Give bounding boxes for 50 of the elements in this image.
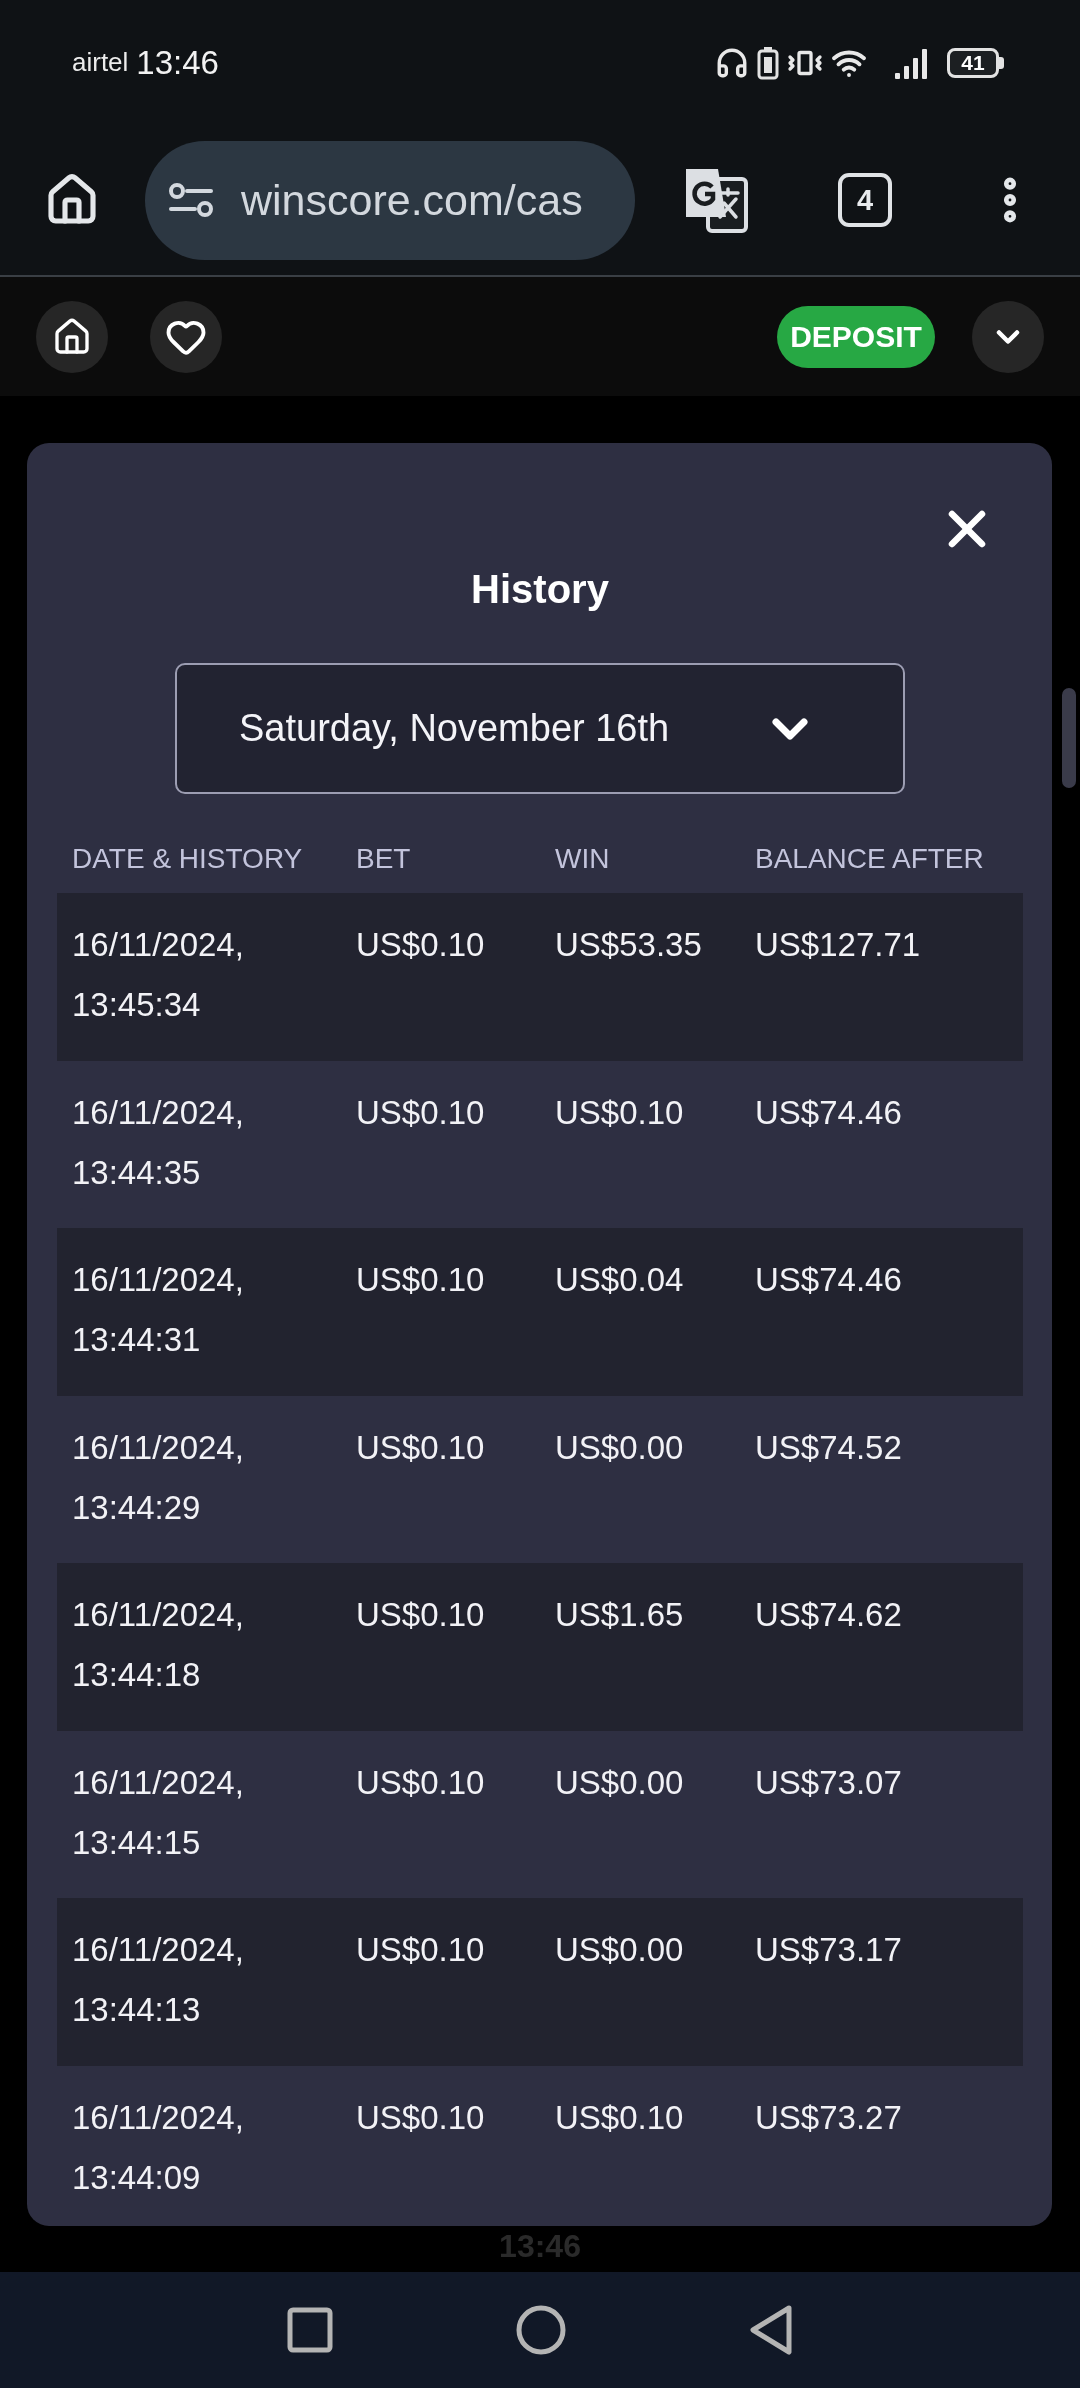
table-cell-text: US$74.62 xyxy=(755,1595,902,1635)
table-cell-text: US$127.71 xyxy=(755,925,921,965)
carrier-name: airtel xyxy=(72,47,129,78)
table-cell-text: 16/11/2024, 13:44:35 xyxy=(72,1092,245,1193)
table-cell-text: US$74.52 xyxy=(755,1427,902,1468)
table-cell-text: US$1.65 xyxy=(555,1595,684,1635)
home-circle-icon[interactable] xyxy=(516,2305,566,2355)
recents-button-icon[interactable] xyxy=(287,2307,333,2353)
table-cell-text: US$0.10 xyxy=(356,1092,485,1133)
table-cell-text: US$73.07 xyxy=(755,1762,902,1803)
table-cell-text: US$0.10 xyxy=(356,1762,485,1803)
table-cell-text: 16/11/2024, 13:44:31 xyxy=(72,1260,245,1360)
table-cell-text: US$0.00 xyxy=(555,1427,684,1468)
column-header: DATE & HISTORY xyxy=(72,842,303,876)
table-cell-text: US$0.10 xyxy=(356,1427,485,1468)
table-cell-text: US$0.00 xyxy=(555,1762,684,1803)
dialog-title: History xyxy=(471,566,609,613)
table-cell-text: US$0.10 xyxy=(356,2097,485,2138)
signal-icon xyxy=(895,46,929,79)
table-cell-text: US$74.46 xyxy=(755,1260,902,1300)
table-cell-text: US$0.10 xyxy=(356,925,485,965)
battery-saver-icon xyxy=(757,45,779,80)
table-cell-text: 16/11/2024, 13:44:29 xyxy=(72,1427,245,1528)
tab-switcher-button[interactable]: 4 xyxy=(838,173,892,227)
table-cell-text: US$0.10 xyxy=(555,2097,684,2138)
home-icon xyxy=(52,316,92,357)
table-cell-text: US$0.10 xyxy=(356,1595,485,1635)
battery-indicator: 41 xyxy=(947,47,1004,78)
address-bar[interactable]: winscore.com/cas xyxy=(145,140,635,260)
column-header: BET xyxy=(356,842,411,876)
table-cell-text: US$0.10 xyxy=(555,1092,684,1133)
column-header: WIN xyxy=(555,842,610,876)
back-triangle-icon[interactable] xyxy=(749,2305,793,2355)
table-cell-text: US$0.00 xyxy=(555,1930,684,1970)
table-cell-text: 16/11/2024, 13:45:34 xyxy=(72,925,245,1025)
table-cell-text: US$53.35 xyxy=(555,925,702,965)
table-cell-text: US$73.27 xyxy=(755,2097,902,2138)
table-cell-text: 16/11/2024, 13:44:09 xyxy=(72,2097,245,2198)
table-cell-text: US$73.17 xyxy=(755,1930,902,1970)
status-time: 13:46 xyxy=(136,43,219,82)
table-cell-text: US$74.46 xyxy=(755,1092,902,1133)
date-dropdown[interactable]: Saturday, November 16th xyxy=(175,663,905,794)
table-cell-text: 16/11/2024, 13:44:13 xyxy=(72,1930,245,2030)
table-cell-text: US$0.10 xyxy=(356,1260,485,1300)
column-header: BALANCE AFTER xyxy=(755,842,984,876)
table-cell-text: US$0.10 xyxy=(356,1930,485,1970)
tune-icon xyxy=(169,183,213,217)
table-cell-text: US$0.04 xyxy=(555,1260,684,1300)
table-cell-text: 16/11/2024, 13:44:18 xyxy=(72,1595,245,1695)
table-cell-text: 16/11/2024, 13:44:15 xyxy=(72,1762,245,1863)
